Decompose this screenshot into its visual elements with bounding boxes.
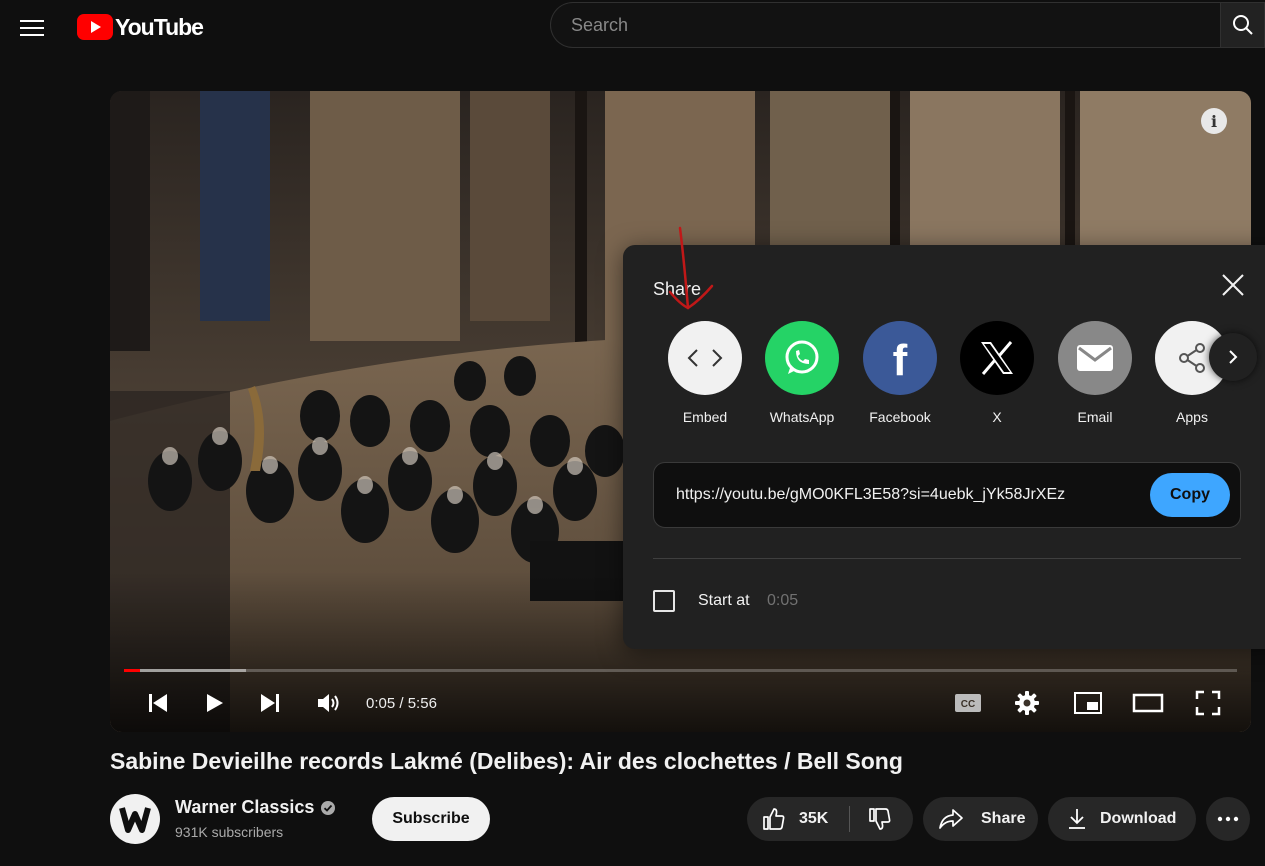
hamburger-menu-icon	[20, 20, 44, 36]
previous-button[interactable]	[142, 681, 174, 725]
youtube-logo-text: YouTube	[115, 13, 204, 40]
subscriber-count: 931K subscribers	[175, 824, 284, 840]
download-button-label: Download	[1100, 810, 1177, 827]
time-duration: 5:56	[407, 694, 437, 712]
video-title: Sabine Devieilhe records Lakmé (Delibes)…	[110, 748, 903, 774]
share-arrow-icon	[939, 809, 963, 829]
share-target-whatsapp[interactable]: WhatsApp	[757, 321, 847, 425]
like-button[interactable]: 35K	[747, 797, 849, 841]
share-button-label: Share	[981, 810, 1026, 827]
share-target-facebook[interactable]: f Facebook	[855, 321, 945, 425]
info-icon[interactable]: i	[1201, 108, 1227, 134]
share-target-label: X	[992, 409, 1002, 425]
theater-mode-icon	[1132, 693, 1164, 713]
download-button[interactable]: Download	[1048, 797, 1196, 841]
share-targets: Embed WhatsApp f Facebook X Email Apps	[660, 321, 1260, 431]
play-button[interactable]	[198, 681, 230, 725]
masthead: YouTube	[0, 0, 1265, 56]
search-icon	[1232, 15, 1253, 35]
theater-mode-button[interactable]	[1130, 681, 1166, 725]
miniplayer-icon	[1074, 692, 1102, 714]
share-url-box: https://youtu.be/gMO0KFL3E58?si=4uebk_jY…	[653, 462, 1241, 528]
skip-previous-icon	[149, 694, 167, 712]
progress-buffered	[124, 669, 247, 672]
share-target-label: Apps	[1176, 409, 1208, 425]
mute-button[interactable]	[312, 681, 346, 725]
gear-icon	[1015, 691, 1039, 715]
share-target-x[interactable]: X	[952, 321, 1042, 425]
fullscreen-button[interactable]	[1192, 681, 1224, 725]
youtube-play-logo-icon	[77, 14, 113, 40]
whatsapp-icon	[765, 321, 839, 395]
share-targets-next-button[interactable]	[1209, 333, 1257, 381]
share-target-email[interactable]: Email	[1050, 321, 1140, 425]
share-target-embed[interactable]: Embed	[660, 321, 750, 425]
dislike-button[interactable]	[850, 797, 910, 841]
settings-button[interactable]	[1011, 681, 1043, 725]
guide-menu-button[interactable]	[12, 8, 52, 48]
miniplayer-button[interactable]	[1071, 681, 1105, 725]
chevron-right-icon	[1229, 350, 1238, 364]
start-at-label: Start at	[698, 592, 750, 609]
embed-icon	[668, 321, 742, 395]
email-icon	[1058, 321, 1132, 395]
share-button[interactable]: Share	[923, 797, 1038, 841]
more-horizontal-icon	[1217, 816, 1239, 822]
youtube-logo[interactable]: YouTube	[77, 12, 204, 42]
channel-name-row: Warner Classics	[175, 797, 336, 818]
next-video-button[interactable]	[254, 681, 286, 725]
share-target-label: Email	[1077, 409, 1113, 425]
search-input[interactable]	[550, 2, 1220, 48]
fullscreen-icon	[1195, 690, 1221, 716]
thumbs-down-icon	[869, 808, 891, 830]
time-display: 0:05 / 5:56	[366, 681, 437, 725]
progress-bar[interactable]	[124, 669, 1237, 672]
copy-button[interactable]: Copy	[1150, 473, 1230, 517]
thumbs-up-icon	[763, 808, 785, 830]
warner-logo-icon	[119, 807, 151, 833]
share-url[interactable]: https://youtu.be/gMO0KFL3E58?si=4uebk_jY…	[676, 463, 1065, 527]
like-dislike-group: 35K	[747, 797, 913, 841]
time-separator: /	[395, 694, 408, 712]
search-button[interactable]	[1220, 2, 1265, 48]
start-at-checkbox[interactable]	[653, 590, 675, 612]
annotation-arrow-icon	[668, 226, 714, 310]
share-target-label: Embed	[682, 409, 728, 425]
channel-name[interactable]: Warner Classics	[175, 797, 314, 818]
play-icon	[207, 694, 223, 712]
start-at-time-input[interactable]: 0:05	[767, 590, 798, 612]
facebook-icon: f	[863, 321, 937, 395]
player-controls: 0:05 / 5:56 CC	[110, 681, 1251, 725]
share-target-label: WhatsApp	[769, 409, 835, 425]
share-target-label: Facebook	[869, 409, 931, 425]
like-count: 35K	[799, 810, 829, 827]
verified-badge-icon	[321, 800, 336, 815]
skip-next-icon	[261, 694, 279, 712]
progress-played	[124, 669, 140, 672]
search-bar	[550, 2, 1265, 50]
x-icon	[960, 321, 1034, 395]
time-current: 0:05	[366, 694, 396, 712]
divider	[653, 558, 1241, 559]
close-button[interactable]	[1217, 269, 1249, 301]
more-actions-button[interactable]	[1206, 797, 1250, 841]
closed-captions-icon: CC	[955, 694, 981, 712]
download-icon	[1069, 809, 1085, 829]
close-icon	[1222, 274, 1244, 296]
subscribe-button[interactable]: Subscribe	[372, 797, 490, 841]
channel-avatar[interactable]	[110, 794, 160, 844]
svg-text:CC: CC	[961, 699, 975, 710]
volume-icon	[318, 694, 339, 712]
subtitles-button[interactable]: CC	[952, 681, 984, 725]
